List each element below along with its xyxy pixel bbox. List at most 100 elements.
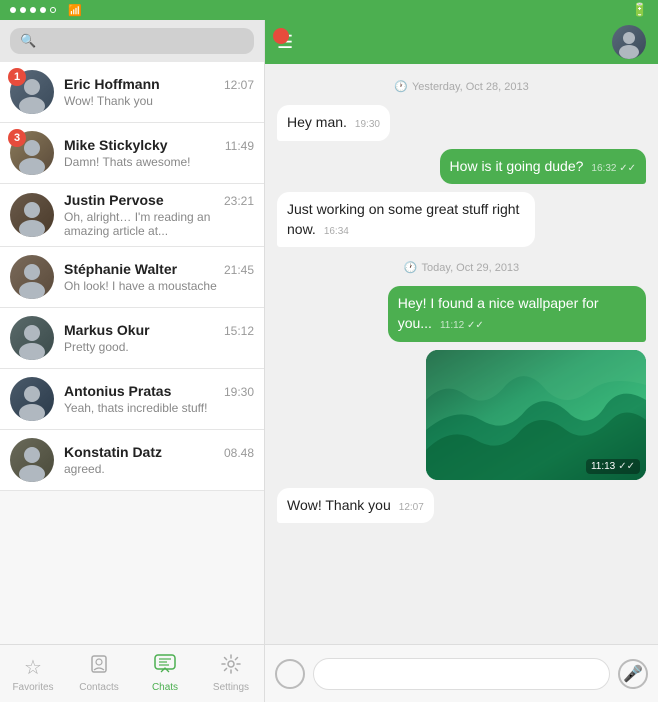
add-button[interactable] <box>275 659 305 689</box>
chat-name-eric: Eric Hoffmann <box>64 76 160 92</box>
checkmarks-5: ✓✓ <box>464 320 484 331</box>
signal-dot-3 <box>30 7 36 13</box>
header-badge <box>273 28 289 44</box>
message-row-1: Hey man.19:30 <box>277 105 646 141</box>
avatar-wrap-stephanie <box>10 255 54 299</box>
nav-icon-contacts <box>89 654 109 680</box>
avatar-wrap-antonius <box>10 377 54 421</box>
bubble-time-7: 12:07 <box>399 502 424 513</box>
bubble-7: Wow! Thank you12:07 <box>277 488 434 524</box>
chat-item-antonius[interactable]: Antonius Pratas 19:30 Yeah, thats incredib… <box>0 369 264 430</box>
message-input[interactable] <box>313 658 610 690</box>
nav-item-contacts[interactable]: Contacts <box>66 654 132 693</box>
bubble-text-2: How is it going dude? <box>450 158 584 174</box>
search-input-wrap[interactable]: 🔍 <box>10 28 254 54</box>
main-container: 🔍 1Eric Hoffmann12:07Wow! Thank you 3Mik… <box>0 20 658 702</box>
image-bubble: 11:13 ✓✓ <box>426 350 646 480</box>
chat-header: ☰ <box>265 20 658 64</box>
chat-time-markus: 15:12 <box>224 324 254 338</box>
messages-area: 🕐 Yesterday, Oct 28, 2013 Hey man.19:30 How… <box>265 64 658 644</box>
chat-name-mike: Mike Stickylcky <box>64 137 168 153</box>
chat-info-konstatin: Konstatin Datz 08.48 agreed. <box>64 444 254 476</box>
chat-time-konstatin: 08.48 <box>224 446 254 460</box>
badge-mike: 3 <box>8 129 26 147</box>
chat-item-mike[interactable]: 3 Mike Stickylcky11:49Damn! Thats awesome… <box>0 123 264 184</box>
nav-label-contacts: Contacts <box>79 682 118 693</box>
menu-wrap: ☰ <box>277 32 293 53</box>
signal-dot-5 <box>50 7 56 13</box>
chat-name-row-eric: Eric Hoffmann12:07 <box>64 76 254 92</box>
message-row-2: How is it going dude?16:32 ✓✓ <box>277 149 646 185</box>
chat-preview-markus: Pretty good. <box>64 340 254 354</box>
image-ticks: ✓✓ <box>618 461 635 472</box>
mic-button[interactable]: 🎤 <box>618 659 648 689</box>
avatar-wrap-konstatin <box>10 438 54 482</box>
bubble-5: Hey! I found a nice wallpaper for you...… <box>388 286 646 341</box>
right-panel: ☰ 🕐 Yesterday, Oct 28, 2013 Hey man.19:30 H… <box>265 20 658 702</box>
chat-name-antonius: Antonius Pratas <box>64 383 171 399</box>
chat-name-markus: Markus Okur <box>64 322 150 338</box>
avatar-stephanie <box>10 255 54 299</box>
nav-label-favorites: Favorites <box>12 682 53 693</box>
checkmarks-2: ✓✓ <box>616 163 636 174</box>
bubble-time-1: 19:30 <box>355 119 380 130</box>
avatar-wrap-eric: 1 <box>10 70 54 114</box>
chat-time-antonius: 19:30 <box>224 385 254 399</box>
header-avatar <box>612 25 646 59</box>
image-placeholder: 11:13 ✓✓ <box>426 350 646 480</box>
chat-name-konstatin: Konstatin Datz <box>64 444 162 460</box>
chat-name-justin: Justin Pervose <box>64 192 164 208</box>
search-bar: 🔍 <box>0 20 264 62</box>
chat-name-row-justin: Justin Pervose 23:21 <box>64 192 254 208</box>
date-text: Yesterday, Oct 28, 2013 <box>412 81 529 93</box>
nav-item-favorites[interactable]: ☆ Favorites <box>0 655 66 693</box>
chat-time-justin: 23:21 <box>224 194 254 208</box>
chat-preview-eric: Wow! Thank you <box>64 94 254 108</box>
nav-icon-favorites: ☆ <box>24 655 42 680</box>
chat-info-markus: Markus Okur 15:12 Pretty good. <box>64 322 254 354</box>
bubble-3: Just working on some great stuff right n… <box>277 192 535 247</box>
chat-list: 1 Eric Hoffmann12:07 Wow! Thank you 3 Mike … <box>0 62 264 644</box>
chat-preview-antonius: Yeah, thats incredible stuff! <box>64 401 254 415</box>
chat-preview-mike: Damn! Thats awesome! <box>64 155 254 169</box>
avatar-wrap-justin <box>10 193 54 237</box>
nav-item-settings[interactable]: Settings <box>198 654 264 693</box>
battery-icon: 🔋 <box>632 2 648 18</box>
chat-info-antonius: Antonius Pratas 19:30 Yeah, thats incredib… <box>64 383 254 415</box>
bubble-text-5: Hey! I found a nice wallpaper for you... <box>398 295 599 331</box>
chat-info-mike: Mike Stickylcky11:49Damn! Thats awesome! <box>64 137 254 169</box>
chat-item-konstatin[interactable]: Konstatin Datz 08.48 agreed. <box>0 430 264 491</box>
bubble-1: Hey man.19:30 <box>277 105 390 141</box>
status-right: 🔋 <box>628 2 648 18</box>
chat-item-eric[interactable]: 1 Eric Hoffmann12:07 Wow! Thank you <box>0 62 264 123</box>
nav-icon-settings <box>221 654 241 680</box>
date-separator: 🕐Today, Oct 29, 2013 <box>277 261 646 274</box>
avatar-antonius <box>10 377 54 421</box>
chat-name-row-stephanie: Stéphanie Walter21:45 <box>64 261 254 277</box>
chat-preview-konstatin: agreed. <box>64 462 254 476</box>
chat-name-stephanie: Stéphanie Walter <box>64 261 177 277</box>
date-text: Today, Oct 29, 2013 <box>422 262 520 274</box>
badge-eric: 1 <box>8 68 26 86</box>
chat-preview-justin: Oh, alright… I'm reading an amazing arti… <box>64 210 254 238</box>
nav-item-chats[interactable]: Chats <box>132 654 198 693</box>
status-bar: 📶 🔋 <box>0 0 658 20</box>
header-left: ☰ <box>277 32 293 53</box>
image-time: 11:13 <box>591 461 615 472</box>
avatar-wrap-markus <box>10 316 54 360</box>
signal-dot-4 <box>40 7 46 13</box>
message-row-3: Just working on some great stuff right n… <box>277 192 646 247</box>
left-panel: 🔍 1 Eric Hoffmann12:07 Wow! Thank you 3 Mik… <box>0 20 265 702</box>
chat-item-stephanie[interactable]: Stéphanie Walter21:45 Oh look! I have a m… <box>0 247 264 308</box>
chat-item-justin[interactable]: Justin Pervose 23:21 Oh, alright… I'm read… <box>0 184 264 247</box>
bubble-2: How is it going dude?16:32 ✓✓ <box>440 149 646 185</box>
bottom-input-bar: 🎤 <box>265 644 658 702</box>
bubble-time-5: 11:12 <box>440 320 464 331</box>
signal-dot-1 <box>10 7 16 13</box>
clock-icon: 🕐 <box>394 80 408 93</box>
chat-preview-stephanie: Oh look! I have a moustache <box>64 279 254 293</box>
date-separator: 🕐 Yesterday, Oct 28, 2013 <box>277 80 646 93</box>
chat-item-markus[interactable]: Markus Okur 15:12 Pretty good. <box>0 308 264 369</box>
chat-info-eric: Eric Hoffmann12:07 Wow! Thank you <box>64 76 254 108</box>
avatar-justin <box>10 193 54 237</box>
